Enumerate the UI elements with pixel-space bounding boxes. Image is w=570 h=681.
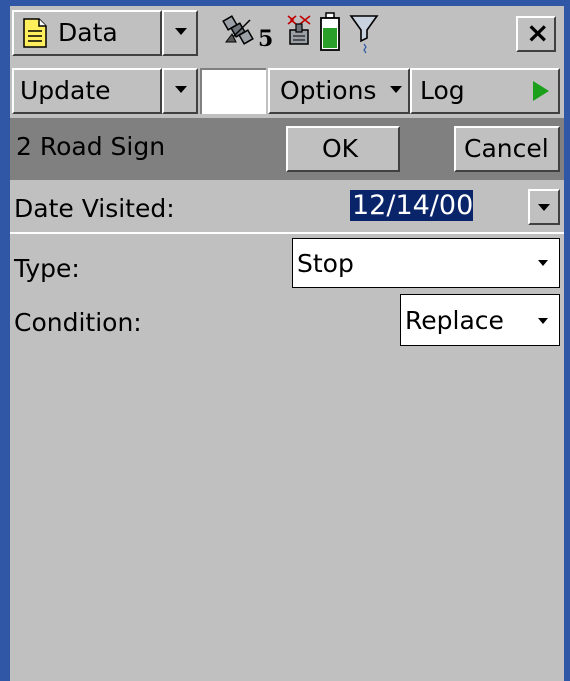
form-title: 2 Road Sign	[16, 132, 166, 161]
data-dropdown-button[interactable]	[162, 10, 198, 56]
chevron-down-icon	[538, 318, 548, 324]
cancel-label: Cancel	[464, 134, 549, 163]
type-select[interactable]: Stop	[292, 238, 560, 288]
filter-icon[interactable]	[349, 14, 379, 56]
close-icon: ×	[526, 16, 550, 49]
chevron-down-icon	[175, 86, 187, 93]
date-visited-value[interactable]: 12/14/00	[350, 190, 474, 221]
gps-receiver-icon[interactable]	[284, 12, 314, 50]
date-visited-label: Date Visited:	[14, 194, 175, 223]
condition-select[interactable]: Replace	[400, 294, 560, 346]
chevron-down-icon	[538, 204, 550, 211]
data-menu-label: Data	[58, 18, 118, 47]
data-menu-button[interactable]: Data	[12, 10, 162, 56]
form-body-empty	[10, 352, 564, 681]
update-dropdown-button[interactable]	[162, 68, 198, 114]
play-icon	[533, 81, 549, 101]
form-header: 2 Road Sign OK Cancel	[10, 118, 564, 180]
satellite-icon[interactable]	[222, 14, 256, 48]
update-label: Update	[20, 76, 111, 105]
log-label: Log	[420, 76, 465, 105]
condition-select-value: Replace	[405, 306, 504, 335]
app-window: Data 5 × Update Options Log 2 Road Sign …	[10, 6, 564, 681]
chevron-down-icon	[175, 28, 187, 35]
condition-label: Condition:	[14, 308, 142, 337]
type-select-value: Stop	[297, 249, 354, 278]
type-label: Type:	[14, 254, 80, 283]
log-button[interactable]: Log	[410, 68, 560, 114]
secondary-toolbar: Update Options Log	[10, 62, 564, 118]
cancel-button[interactable]: Cancel	[454, 126, 560, 172]
battery-icon[interactable]	[319, 12, 341, 52]
options-label: Options	[280, 76, 377, 105]
chevron-down-icon	[538, 260, 548, 266]
update-blank-field	[200, 68, 266, 114]
date-picker-button[interactable]	[528, 189, 560, 225]
top-toolbar: Data 5 ×	[10, 6, 564, 62]
document-icon	[23, 18, 47, 48]
chevron-down-icon	[390, 86, 402, 93]
ok-button[interactable]: OK	[286, 126, 400, 172]
ok-label: OK	[322, 134, 359, 163]
close-button[interactable]: ×	[516, 16, 556, 52]
update-button[interactable]: Update	[12, 68, 162, 114]
options-button[interactable]: Options	[268, 68, 410, 114]
date-visited-row: Date Visited: 12/14/00	[10, 180, 564, 234]
satellite-count: 5	[258, 26, 274, 52]
